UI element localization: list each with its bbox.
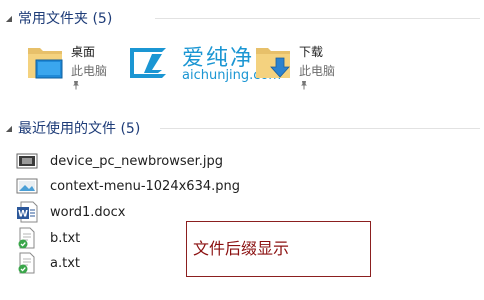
collapse-caret-icon[interactable]: ◢ <box>4 124 14 133</box>
folder-location: 此电脑 <box>299 64 336 78</box>
folder-name: 桌面 <box>71 45 96 59</box>
file-name: word1.docx <box>50 204 126 220</box>
frequent-folders-title: 常用文件夹 (5) <box>18 11 113 27</box>
file-name: device_pc_newbrowser.jpg <box>50 153 224 169</box>
image-file-icon <box>16 153 38 169</box>
collapse-caret-icon[interactable]: ◢ <box>4 14 14 23</box>
folder-tile-downloads[interactable]: 下载 此电脑 <box>254 40 364 96</box>
file-name: a.txt <box>50 255 80 271</box>
desktop-folder-icon <box>28 48 63 79</box>
svg-text:W: W <box>18 210 28 220</box>
pin-icon[interactable] <box>71 80 81 90</box>
list-item[interactable]: b.txt <box>16 227 80 249</box>
list-item[interactable]: a.txt <box>16 252 80 274</box>
list-item[interactable]: context-menu-1024x634.png <box>16 175 240 197</box>
list-item[interactable]: device_pc_newbrowser.jpg <box>16 150 223 172</box>
pin-icon[interactable] <box>299 80 309 90</box>
section-divider <box>155 18 480 19</box>
folder-location: 此电脑 <box>71 64 108 78</box>
annotation-callout: 文件后缀显示 <box>186 221 371 277</box>
file-name: b.txt <box>50 230 81 246</box>
downloads-folder-icon <box>256 48 290 78</box>
section-divider <box>160 128 480 129</box>
image-file-icon <box>16 178 38 194</box>
callout-text: 文件后缀显示 <box>193 239 290 258</box>
recent-files-header[interactable]: ◢ 最近使用的文件 (5) <box>0 117 480 139</box>
folder-name: 下载 <box>299 45 324 59</box>
brand-logo-icon <box>130 48 166 78</box>
recent-files-title: 最近使用的文件 (5) <box>18 121 141 137</box>
word-document-icon: W <box>17 201 38 223</box>
list-item[interactable]: W word1.docx <box>16 201 125 223</box>
text-file-icon <box>18 227 35 249</box>
folder-tile-desktop[interactable]: 桌面 此电脑 <box>26 40 136 96</box>
frequent-folders-header[interactable]: ◢ 常用文件夹 (5) <box>0 7 480 29</box>
text-file-icon <box>18 252 35 274</box>
file-name: context-menu-1024x634.png <box>50 178 240 194</box>
